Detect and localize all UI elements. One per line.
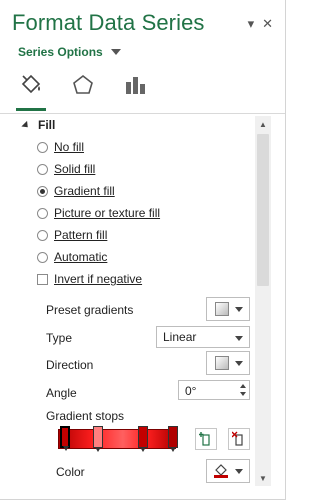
angle-spinbox[interactable]: 0° [178,380,250,400]
add-stop-icon [199,432,210,446]
series-options-dropdown[interactable]: Series Options [18,45,121,59]
remove-stop-icon [232,431,243,446]
tab-strip [14,68,152,111]
type-value: Linear [163,330,197,344]
gradient-stop-4[interactable] [168,426,178,452]
preset-gradients-dropdown[interactable] [206,297,250,321]
radio-button[interactable] [37,207,48,219]
radio-automatic[interactable]: Automatic [37,250,107,264]
add-gradient-stop-button[interactable] [195,428,217,450]
radio-gradient-fill[interactable]: Gradient fill [37,184,115,198]
series-options-label: Series Options [18,45,103,59]
gradient-swatch-icon [215,302,229,316]
radio-pattern-fill[interactable]: Pattern fill [37,228,107,242]
color-picker-dropdown[interactable] [206,459,250,483]
collapse-icon [21,120,31,130]
pane-title: Format Data Series [12,10,205,35]
chevron-down-icon [235,361,243,366]
radio-solid-fill[interactable]: Solid fill [37,162,95,176]
radio-button[interactable] [37,141,48,153]
option-label: Gradient fill [54,184,115,198]
radio-button[interactable] [37,163,48,175]
invert-if-negative-checkbox[interactable]: Invert if negative [37,272,142,286]
chevron-down-icon [235,336,243,341]
chevron-down-icon [110,49,121,55]
chevron-down-icon [235,307,243,312]
close-icon[interactable]: ✕ [262,16,273,32]
tab-effects[interactable] [66,68,100,102]
radio-button[interactable] [37,229,48,241]
title-buttons: ▾ ✕ [248,16,273,32]
radio-button[interactable] [37,251,48,263]
paint-bucket-icon [21,74,41,94]
divider [0,113,285,114]
option-label: Solid fill [54,162,96,176]
type-dropdown[interactable]: Linear [156,326,250,348]
scroll-down-icon[interactable]: ▼ [255,470,271,486]
radio-button-selected[interactable] [37,185,48,197]
gradient-stop-1[interactable] [60,426,70,451]
gradient-stops-label: Gradient stops [46,409,125,423]
fill-section-header[interactable]: Fill [21,118,56,132]
option-label: Picture or texture fill [54,206,161,220]
bar-chart-icon [126,77,145,94]
option-label: No fill [54,140,85,154]
checkbox[interactable] [37,273,48,285]
color-label: Color [56,465,85,479]
format-pane: Format Data Series ▾ ✕ Series Options ▲ … [0,0,286,500]
radio-picture-fill[interactable]: Picture or texture fill [37,206,160,220]
pane-options-icon[interactable]: ▾ [248,16,255,32]
remove-gradient-stop-button[interactable] [228,428,250,450]
tab-series-options[interactable] [118,68,152,102]
direction-swatch-icon [215,356,229,370]
paint-bucket-icon [214,464,228,478]
radio-no-fill[interactable]: No fill [37,140,84,154]
angle-value[interactable]: 0° [185,384,196,398]
gradient-stop-2[interactable] [93,426,103,452]
option-label: Automatic [54,250,108,264]
preset-gradients-label: Preset gradients [46,303,134,317]
gradient-stops-bar[interactable] [58,429,176,449]
scroll-thumb[interactable] [257,134,269,286]
gradient-stop-3[interactable] [138,426,148,452]
spin-up-icon[interactable] [240,384,246,388]
type-label: Type [46,331,73,345]
direction-label: Direction [46,358,94,372]
pentagon-icon [73,74,93,94]
direction-dropdown[interactable] [206,351,250,375]
option-label: Pattern fill [54,228,108,242]
tab-fill-line[interactable] [14,68,48,111]
spin-down-icon[interactable] [240,392,246,396]
vertical-scrollbar[interactable]: ▲ ▼ [255,116,271,486]
angle-label: Angle [46,386,77,400]
fill-section-label: Fill [38,118,56,132]
chevron-down-icon [235,469,243,474]
scroll-up-icon[interactable]: ▲ [255,116,271,132]
option-label: Invert if negative [54,272,143,286]
